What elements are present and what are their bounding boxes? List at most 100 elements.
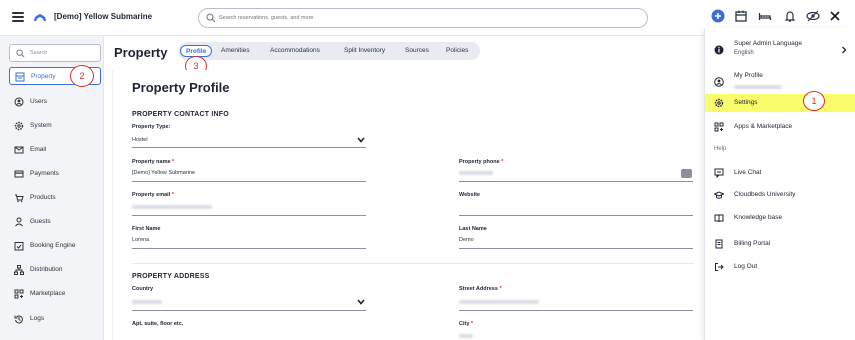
required-mark: * <box>171 192 174 198</box>
settings-tabs: Profile Amenities Accommodations Split I… <box>178 42 480 60</box>
first-name-field[interactable]: Lorena <box>132 237 149 243</box>
gear-icon <box>14 121 24 131</box>
menu-my-profile[interactable]: My Profile <box>705 69 855 95</box>
label-text: City <box>459 321 470 327</box>
menu-knowledge-base[interactable]: Knowledge base <box>705 209 855 227</box>
property-type-label: Property Type: <box>132 124 171 130</box>
apps-label: Apps & Marketplace <box>734 123 793 130</box>
property-phone-underline <box>459 181 693 182</box>
users-icon <box>14 97 24 107</box>
sidebar-item-system[interactable]: System <box>9 117 101 135</box>
bed-icon[interactable] <box>758 9 772 23</box>
section-title: Property Profile <box>132 80 230 95</box>
email-icon <box>14 146 24 154</box>
search-icon <box>206 13 216 23</box>
knowledge-label: Knowledge base <box>734 214 783 221</box>
gear-icon <box>714 98 724 108</box>
close-icon[interactable] <box>828 9 842 23</box>
menu-live-chat[interactable]: Live Chat <box>705 164 855 182</box>
settings-label: Settings <box>734 99 758 106</box>
profile-email <box>734 85 782 89</box>
property-email-field[interactable] <box>132 205 212 209</box>
chevron-down-icon[interactable] <box>357 299 365 305</box>
property-type-underline <box>132 147 366 148</box>
booking-icon <box>14 242 24 251</box>
add-icon[interactable] <box>711 9 725 23</box>
tab-amenities[interactable]: Amenities <box>221 45 250 57</box>
sidebar-item-label: Booking Engine <box>30 242 76 249</box>
sidebar-item-label: Logs <box>30 315 45 322</box>
section-divider <box>132 263 694 264</box>
logout-icon <box>715 263 724 271</box>
cloudbeds-logo-icon[interactable] <box>33 11 47 23</box>
property-email-underline <box>132 215 366 216</box>
property-icon <box>15 72 25 82</box>
street-address-field[interactable] <box>459 300 539 304</box>
sidebar-item-label: Products <box>30 194 56 201</box>
property-name-field[interactable]: [Demo] Yellow Submarine <box>132 170 195 176</box>
menu-log-out[interactable]: Log Out <box>705 258 855 276</box>
contact-info-heading: PROPERTY CONTACT INFO <box>132 111 229 118</box>
hamburger-menu-icon[interactable] <box>12 12 24 22</box>
menu-settings[interactable]: Settings <box>705 94 855 112</box>
callout-2: 2 <box>70 65 94 87</box>
chevron-down-icon[interactable] <box>357 137 365 143</box>
first-name-underline <box>132 248 366 249</box>
sidebar-item-guests[interactable]: Guests <box>9 213 101 231</box>
guest-icon <box>15 217 23 227</box>
sidebar-item-distribution[interactable]: Distribution <box>9 261 101 279</box>
global-search-input[interactable] <box>219 12 639 24</box>
menu-language[interactable]: Super Admin Language English <box>705 38 855 64</box>
sidebar-item-booking-engine[interactable]: Booking Engine <box>9 237 101 255</box>
tab-accommodations[interactable]: Accommodations <box>270 45 320 57</box>
property-name[interactable]: [Demo] Yellow Submarine <box>54 12 152 21</box>
sidebar-item-users[interactable]: Users <box>9 93 101 111</box>
chevron-right-icon <box>842 46 847 54</box>
last-name-field[interactable]: Demo <box>459 237 474 243</box>
bell-icon[interactable] <box>783 9 797 23</box>
menu-university[interactable]: Cloudbeds University <box>705 186 855 204</box>
sidebar-search[interactable]: Search <box>9 44 101 62</box>
country-underline <box>132 310 366 311</box>
sidebar-item-payments[interactable]: Payments <box>9 165 101 183</box>
apt-suite-label: Apt, suite, floor etc. <box>132 321 184 327</box>
property-type-select[interactable]: Hostel <box>132 137 148 143</box>
property-phone-field[interactable] <box>459 171 493 175</box>
property-name-underline <box>132 181 366 182</box>
country-label: Country <box>132 286 154 292</box>
sidebar-item-label: Property <box>31 73 56 80</box>
address-heading: PROPERTY ADDRESS <box>132 273 210 280</box>
country-select[interactable] <box>132 300 162 304</box>
live-chat-label: Live Chat <box>734 169 762 176</box>
cart-icon <box>15 194 24 203</box>
marketplace-icon <box>14 289 24 299</box>
logout-label: Log Out <box>734 263 758 270</box>
sidebar-item-marketplace[interactable]: Marketplace <box>9 285 101 303</box>
help-section-heading: Help <box>714 146 727 152</box>
view-icon[interactable] <box>806 9 820 23</box>
menu-billing-portal[interactable]: Billing Portal <box>705 235 855 253</box>
language-value: English <box>734 50 754 56</box>
website-label: Website <box>459 192 480 198</box>
menu-apps-marketplace[interactable]: Apps & Marketplace <box>705 118 855 136</box>
sidebar-search-placeholder: Search <box>30 50 48 56</box>
phone-flag-icon[interactable] <box>681 169 692 178</box>
global-search[interactable] <box>198 8 648 28</box>
chat-icon <box>714 168 724 178</box>
sidebar-item-label: System <box>30 122 52 129</box>
street-address-label: Street Address * <box>459 286 502 292</box>
tab-sources[interactable]: Sources <box>405 45 429 57</box>
property-email-label: Property email * <box>132 192 174 198</box>
website-field[interactable] <box>459 215 693 216</box>
tab-policies[interactable]: Policies <box>446 45 468 57</box>
required-mark: * <box>499 286 502 292</box>
street-address-underline <box>459 310 693 311</box>
calendar-icon[interactable] <box>734 9 748 23</box>
sidebar-item-label: Users <box>30 98 47 105</box>
tab-split-inventory[interactable]: Split Inventory <box>344 45 385 57</box>
distribution-icon <box>14 265 24 275</box>
sidebar-item-logs[interactable]: Logs <box>9 310 101 328</box>
sidebar-item-email[interactable]: Email <box>9 141 101 159</box>
city-field[interactable] <box>459 334 473 338</box>
sidebar-item-products[interactable]: Products <box>9 189 101 207</box>
